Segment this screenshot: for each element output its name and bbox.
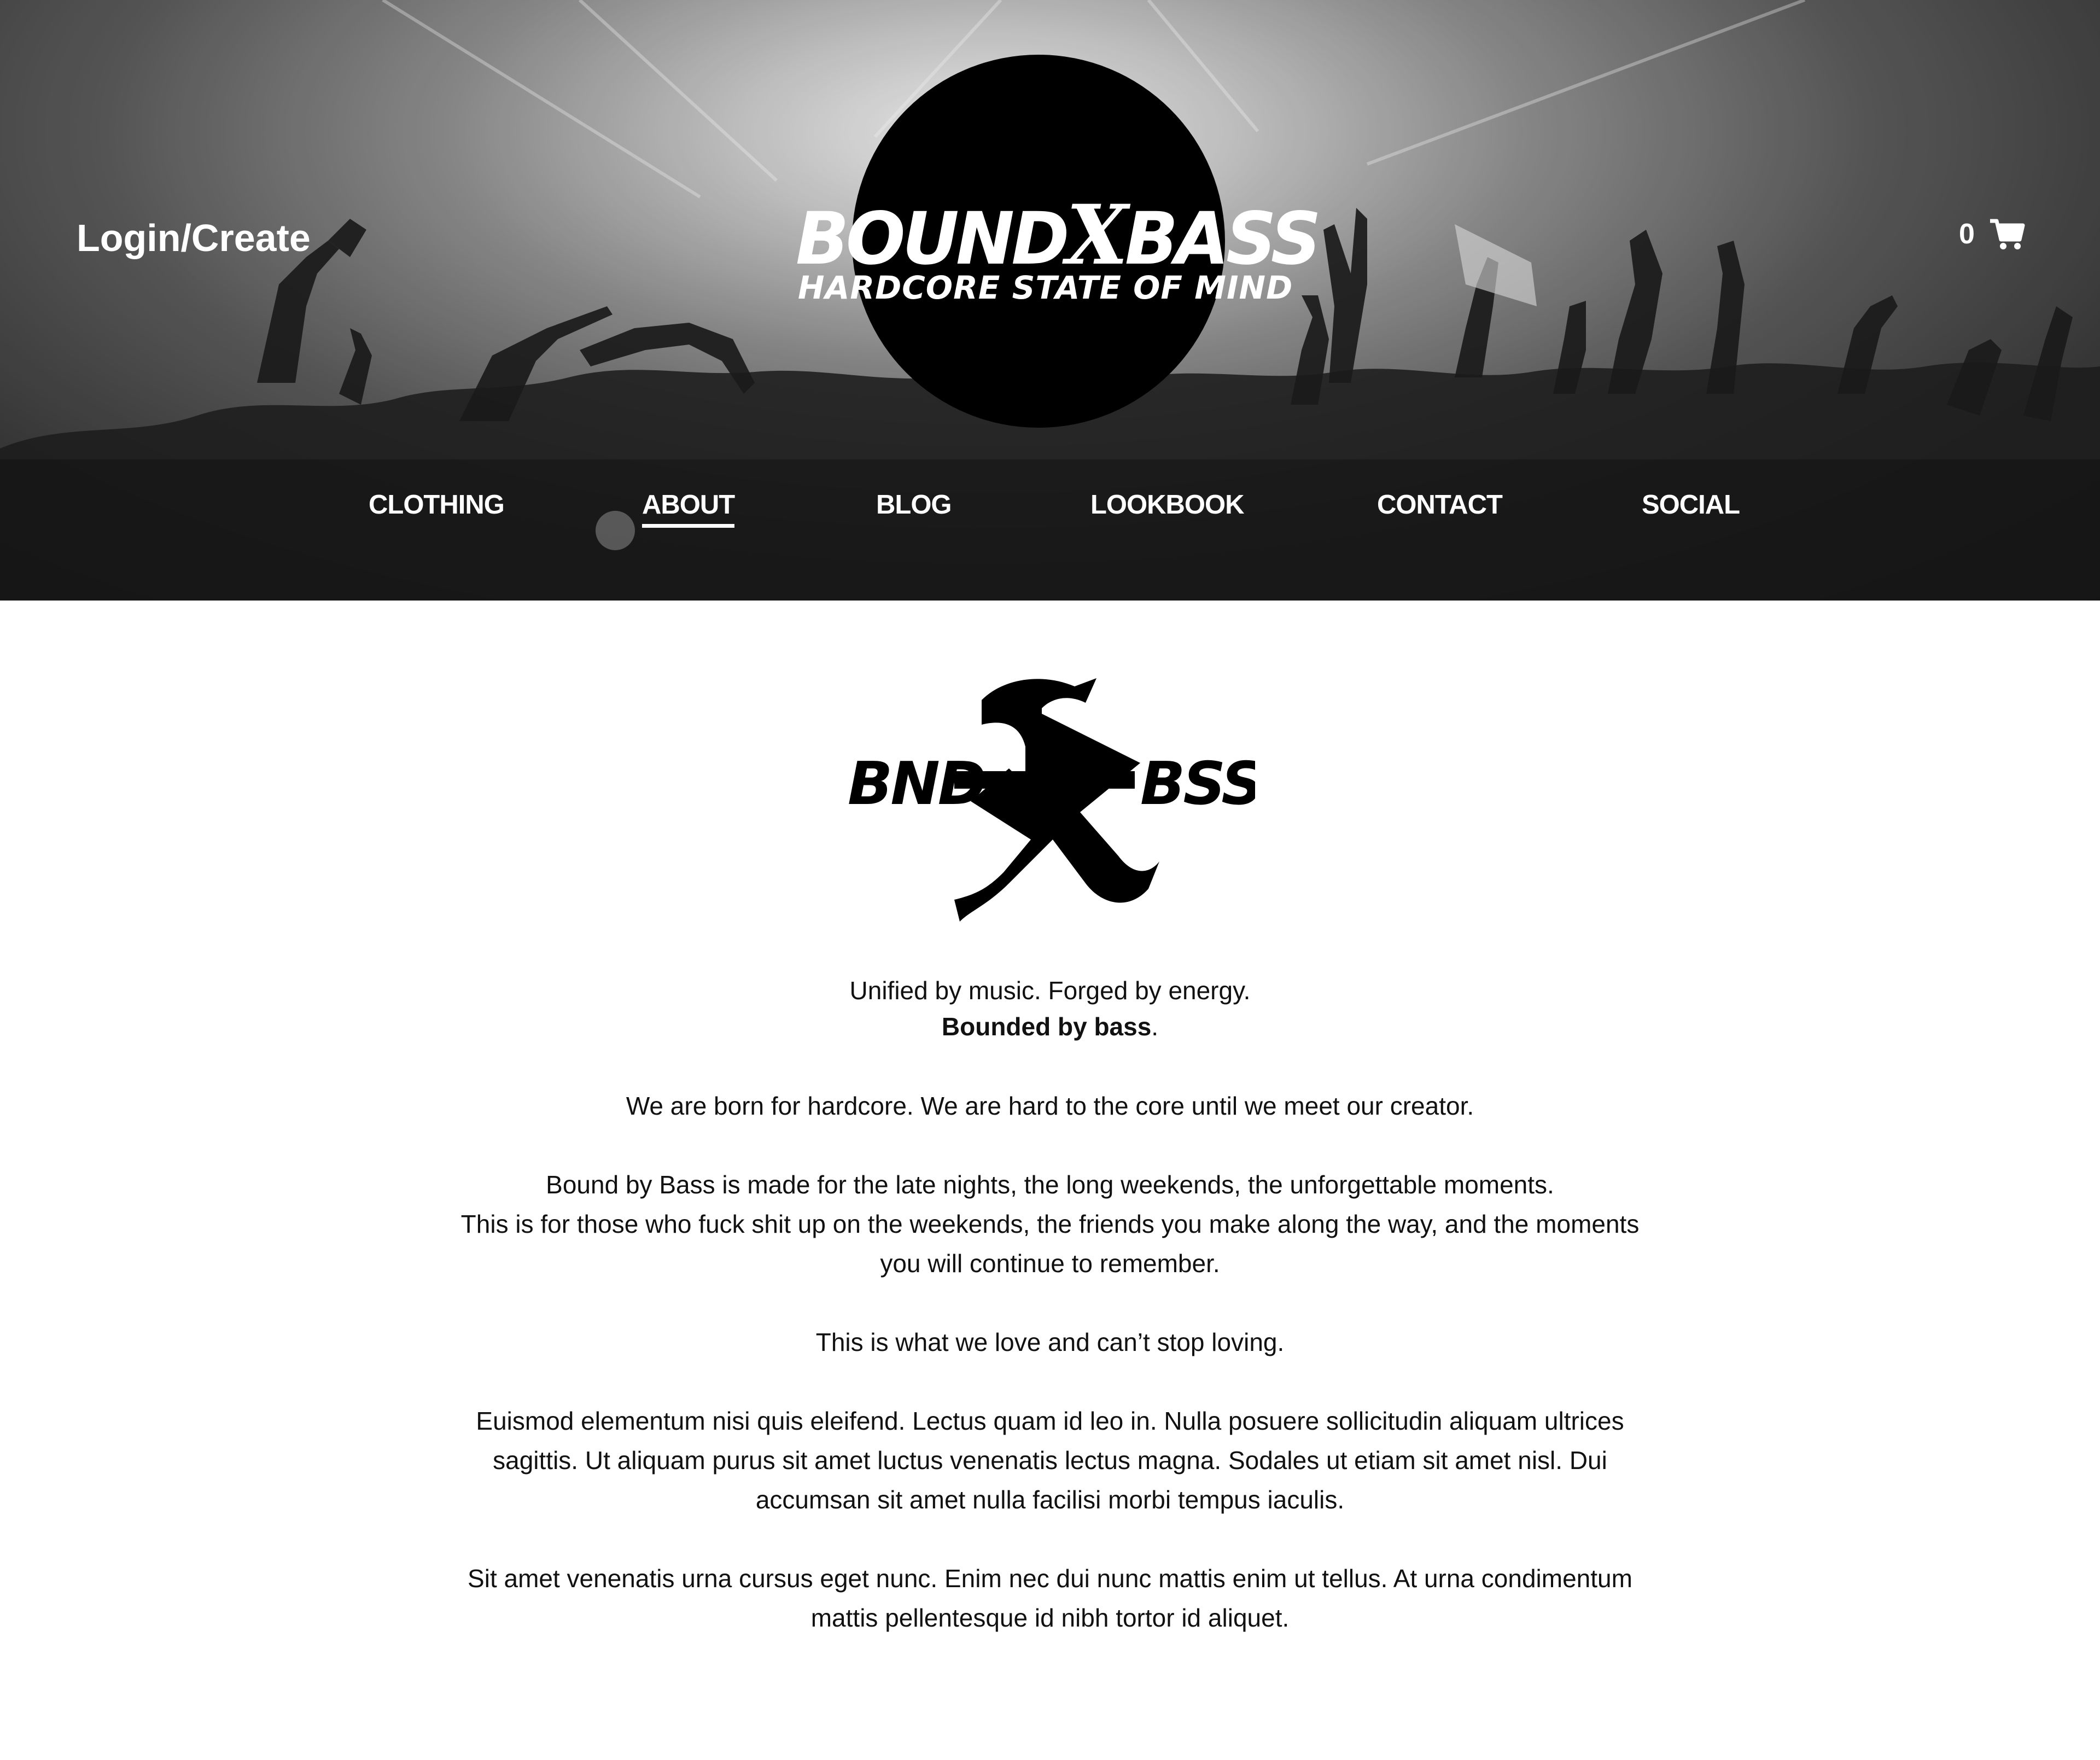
login-create-link[interactable]: Login/Create	[77, 216, 311, 260]
nav-item-blog[interactable]: BLOG	[876, 489, 952, 520]
about-paragraph-3: This is what we love and can’t stop lovi…	[815, 1328, 1285, 1356]
about-tagline-period: .	[1151, 1012, 1159, 1041]
cart-count: 0	[1959, 218, 1975, 250]
bnd-x-bss-emblem: BND BSS	[848, 678, 1255, 922]
about-paragraph-5: Sit amet venenatis urna cursus eget nunc…	[468, 1564, 1632, 1632]
logo-x-glyph: X	[1066, 187, 1128, 283]
cart-icon	[1990, 219, 2025, 249]
nav-item-social[interactable]: SOCIAL	[1642, 489, 1740, 520]
emblem-bnd-text: BND	[848, 750, 984, 818]
nav-item-lookbook[interactable]: LOOKBOOK	[1090, 489, 1245, 520]
emblem-bss-text: BSS	[1140, 750, 1255, 818]
logo-brand-name: BOUNDXBASS	[796, 187, 1321, 283]
about-tagline-bold-line: Bounded by bass.	[0, 1009, 2100, 1045]
hero-header: Login/Create BOUNDXBASS HARDCORE STATE O…	[0, 0, 2100, 601]
about-tagline-bold: Bounded by bass	[941, 1012, 1152, 1041]
nav-item-about[interactable]: ABOUT	[642, 489, 735, 528]
nav-item-clothing[interactable]: CLOTHING	[369, 489, 505, 520]
cart-button[interactable]: 0	[1959, 218, 2025, 250]
about-paragraph-4: Euismod elementum nisi quis eleifend. Le…	[476, 1407, 1624, 1514]
about-paragraph-2-line-2: This is for those who fuck shit up on th…	[460, 1210, 1640, 1278]
about-tagline: Unified by music. Forged by energy.	[849, 976, 1251, 1005]
brand-logo[interactable]: BOUNDXBASS HARDCORE STATE OF MIND	[796, 187, 1321, 304]
nav-item-contact[interactable]: CONTACT	[1377, 489, 1503, 520]
about-paragraph-2-line-1: Bound by Bass is made for the late night…	[546, 1170, 1554, 1199]
main-navigation: CLOTHING ABOUT BLOG LOOKBOOK CONTACT SOC…	[0, 489, 2100, 533]
about-content: Unified by music. Forged by energy. Boun…	[0, 972, 2100, 1637]
blackletter-x-mark	[954, 678, 1159, 922]
about-paragraph-1: We are born for hardcore. We are hard to…	[626, 1092, 1474, 1120]
